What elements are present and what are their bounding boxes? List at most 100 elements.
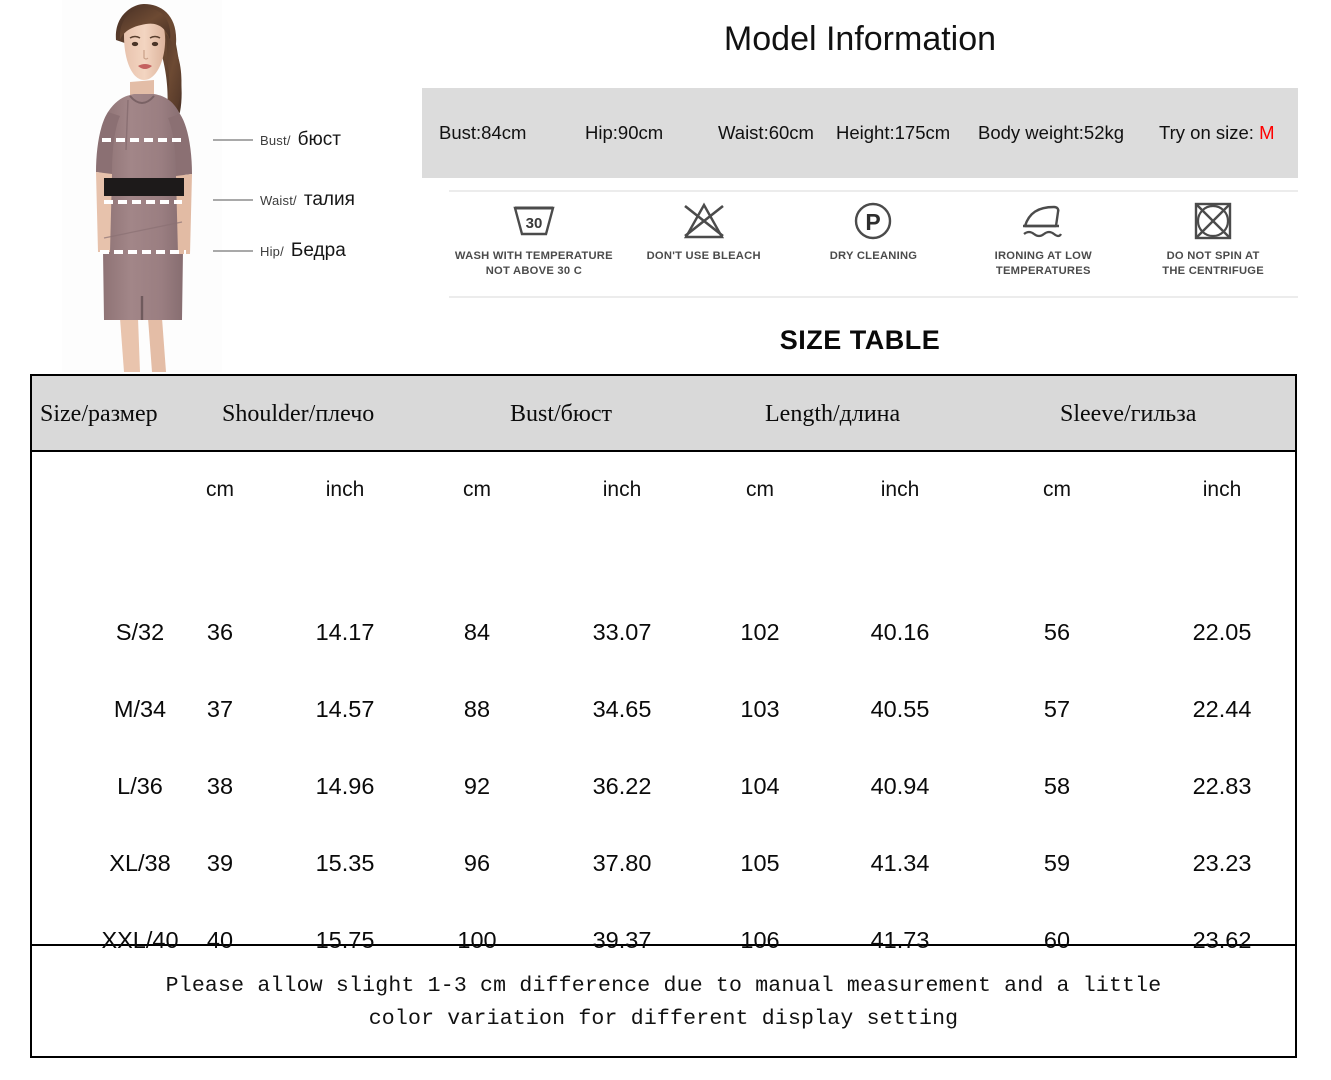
dry-clean-letter: P bbox=[866, 209, 881, 235]
care-item-dry-clean: P DRY CLEANING bbox=[789, 196, 959, 264]
unit-sleeve-inch: inch bbox=[1202, 478, 1242, 501]
cell-length-cm: 104 bbox=[740, 772, 780, 799]
cell-length-in: 41.73 bbox=[870, 926, 930, 953]
unit-bust-cm: cm bbox=[463, 478, 491, 501]
stat-hip: Hip:90cm bbox=[585, 122, 664, 143]
care-instructions-row: 30 WASH WITH TEMPERATURE NOT ABOVE 30 C … bbox=[449, 196, 1298, 294]
cell-sleeve-in: 22.44 bbox=[1192, 695, 1252, 722]
size-table: Size/размер Shoulder/плечо Bust/бюст Len… bbox=[30, 374, 1297, 1058]
table-row: L/36 38 14.96 92 36.22 104 40.94 58 22.8… bbox=[32, 748, 1295, 824]
care-item-no-spin: DO NOT SPIN AT THE CENTRIFUGE bbox=[1128, 196, 1298, 279]
cell-bust-in: 36.22 bbox=[592, 772, 652, 799]
cell-bust-in: 37.80 bbox=[592, 849, 652, 876]
cell-shoulder-cm: 38 bbox=[206, 772, 234, 799]
leader-line-icon bbox=[213, 250, 253, 252]
care-label-wash: WASH WITH TEMPERATURE NOT ABOVE 30 C bbox=[455, 249, 613, 279]
col-header-sleeve: Sleeve/гильза bbox=[1060, 400, 1197, 427]
cell-length-in: 40.94 bbox=[870, 772, 930, 799]
care-label-no-spin: DO NOT SPIN AT THE CENTRIFUGE bbox=[1162, 249, 1264, 279]
cell-bust-cm: 100 bbox=[457, 926, 497, 953]
care-label-no-spin-line1: DO NOT SPIN AT bbox=[1166, 250, 1260, 262]
cell-length-cm: 102 bbox=[740, 618, 780, 645]
col-header-size: Size/размер bbox=[40, 400, 158, 427]
model-photo bbox=[62, 0, 222, 372]
care-item-no-bleach: DON'T USE BLEACH bbox=[619, 196, 789, 264]
callout-waist-en: Waist/ bbox=[260, 192, 297, 208]
wash-temp-value: 30 bbox=[526, 215, 543, 232]
wash-tub-30-icon: 30 bbox=[509, 196, 559, 246]
cell-bust-in: 39.37 bbox=[592, 926, 652, 953]
dry-clean-p-icon: P bbox=[848, 196, 898, 246]
callout-waist: Waist/ талия bbox=[213, 189, 355, 211]
try-on-size: Try on size: M bbox=[1159, 122, 1274, 144]
stat-weight: Body weight:52kg bbox=[978, 122, 1125, 143]
callout-hip-en: Hip/ bbox=[260, 243, 284, 259]
cell-shoulder-cm: 40 bbox=[206, 926, 234, 953]
care-label-iron: IRONING AT LOW TEMPERATURES bbox=[995, 249, 1092, 279]
cell-bust-in: 33.07 bbox=[592, 618, 652, 645]
cell-sleeve-in: 23.62 bbox=[1192, 926, 1252, 953]
cell-sleeve-cm: 59 bbox=[1043, 849, 1071, 876]
col-header-shoulder: Shoulder/плечо bbox=[222, 400, 375, 427]
cell-length-in: 41.34 bbox=[870, 849, 930, 876]
cell-length-cm: 106 bbox=[740, 926, 780, 953]
no-bleach-icon bbox=[679, 196, 729, 246]
cell-length-cm: 103 bbox=[740, 695, 780, 722]
cell-shoulder-cm: 39 bbox=[206, 849, 234, 876]
cell-sleeve-cm: 57 bbox=[1043, 695, 1071, 722]
cell-shoulder-in: 15.35 bbox=[315, 849, 375, 876]
table-row: XXL/40 40 15.75 100 39.37 106 41.73 60 2… bbox=[32, 902, 1295, 978]
model-figure-illustration bbox=[62, 0, 222, 372]
stat-waist: Waist:60cm bbox=[718, 122, 814, 143]
iron-low-icon bbox=[1016, 196, 1070, 246]
callout-hip-ru: Бедра bbox=[290, 240, 346, 261]
cell-shoulder-in: 14.96 bbox=[315, 772, 375, 799]
cell-bust-cm: 88 bbox=[463, 695, 491, 722]
unit-sleeve-cm: cm bbox=[1043, 478, 1071, 501]
stat-height: Height:175cm bbox=[836, 122, 951, 143]
care-label-wash-line1: WASH WITH TEMPERATURE bbox=[454, 250, 613, 262]
care-separator-bottom bbox=[449, 296, 1298, 298]
cell-shoulder-cm: 37 bbox=[206, 695, 234, 722]
cell-sleeve-cm: 56 bbox=[1043, 618, 1071, 645]
care-label-wash-line2: NOT ABOVE 30 C bbox=[485, 265, 583, 278]
cell-length-cm: 105 bbox=[740, 849, 780, 876]
cell-sleeve-in: 22.05 bbox=[1192, 618, 1252, 645]
cell-bust-in: 34.65 bbox=[592, 695, 652, 722]
cell-length-in: 40.16 bbox=[870, 618, 930, 645]
model-stats-band: Bust:84cm Hip:90cm Waist:60cm Height:175… bbox=[422, 88, 1298, 178]
unit-bust-inch: inch bbox=[602, 478, 642, 501]
callout-bust-ru: бюст bbox=[297, 129, 341, 150]
no-spin-icon bbox=[1188, 196, 1238, 246]
callout-bust-en: Bust/ bbox=[260, 132, 291, 148]
care-label-no-bleach: DON'T USE BLEACH bbox=[646, 250, 761, 262]
col-header-bust: Bust/бюст bbox=[510, 400, 612, 427]
model-information-title: Model Information bbox=[723, 20, 997, 58]
unit-shoulder-cm: cm bbox=[206, 478, 234, 501]
stat-bust: Bust:84cm bbox=[439, 122, 527, 143]
leader-line-icon bbox=[213, 139, 253, 141]
cell-bust-cm: 96 bbox=[463, 849, 491, 876]
care-separator-top bbox=[449, 190, 1298, 192]
cell-length-in: 40.55 bbox=[870, 695, 930, 722]
table-row: S/32 36 14.17 84 33.07 102 40.16 56 22.0… bbox=[32, 594, 1295, 670]
size-table-header-row: Size/размер Shoulder/плечо Bust/бюст Len… bbox=[32, 376, 1295, 452]
try-on-size-value: M bbox=[1259, 122, 1275, 143]
callout-waist-ru: талия bbox=[303, 189, 355, 210]
leader-line-icon bbox=[213, 199, 253, 201]
cell-shoulder-in: 15.75 bbox=[315, 926, 375, 953]
care-label-iron-line1: IRONING AT LOW bbox=[994, 250, 1092, 262]
callout-bust: Bust/ бюст bbox=[213, 129, 341, 151]
cell-sleeve-in: 22.83 bbox=[1192, 772, 1252, 799]
cell-shoulder-in: 14.17 bbox=[315, 618, 375, 645]
col-header-length: Length/длина bbox=[765, 400, 901, 427]
unit-length-inch: inch bbox=[880, 478, 920, 501]
cell-bust-cm: 84 bbox=[463, 618, 491, 645]
size-chart-page: Bust/ бюст Waist/ талия Hip/ Бедра Model… bbox=[0, 0, 1331, 1080]
callout-hip: Hip/ Бедра bbox=[213, 240, 346, 262]
disclaimer-line-2: color variation for different display se… bbox=[368, 1006, 959, 1031]
table-row: XL/38 39 15.35 96 37.80 105 41.34 59 23.… bbox=[32, 825, 1295, 901]
cell-bust-cm: 92 bbox=[463, 772, 491, 799]
care-label-dry-clean: DRY CLEANING bbox=[829, 250, 918, 262]
cell-sleeve-cm: 58 bbox=[1043, 772, 1071, 799]
